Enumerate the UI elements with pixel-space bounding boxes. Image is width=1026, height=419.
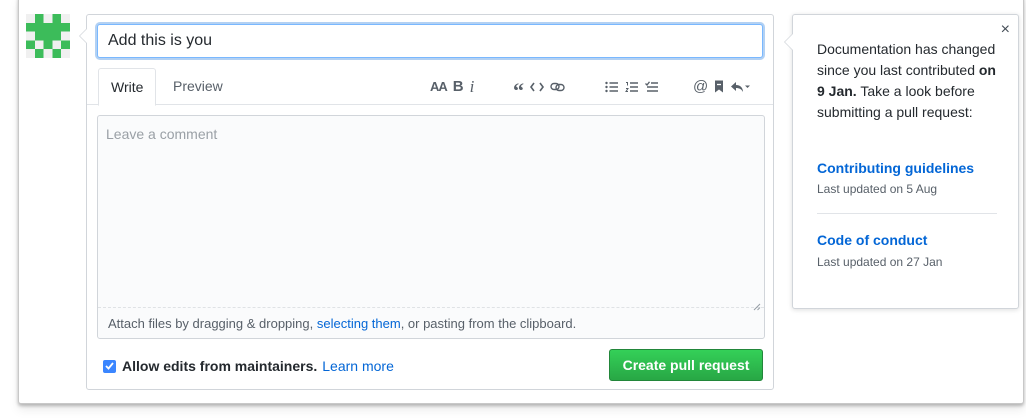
italic-icon[interactable]: i <box>470 77 475 97</box>
select-files-link[interactable]: selecting them <box>317 316 401 331</box>
learn-more-link[interactable]: Learn more <box>322 358 394 374</box>
toolbar-list-group <box>602 68 662 105</box>
tab-preview[interactable]: Preview <box>161 68 235 105</box>
toolbar-insert-group: “ <box>510 68 568 105</box>
comment-box: Attach files by dragging & dropping, sel… <box>97 115 765 339</box>
popover-message: Documentation has changed since you last… <box>817 39 997 123</box>
message-text: Documentation has changed since you last… <box>817 41 996 78</box>
close-icon[interactable]: × <box>1001 21 1010 39</box>
toolbar-misc-group: @ <box>690 68 753 105</box>
allow-edits-checkbox[interactable] <box>103 359 116 373</box>
task-list-icon[interactable] <box>645 77 659 97</box>
allow-edits-label: Allow edits from maintainers. <box>122 358 318 374</box>
contributing-guidelines-link[interactable]: Contributing guidelines <box>817 160 974 176</box>
tab-write[interactable]: Write <box>98 68 157 106</box>
code-of-conduct-link[interactable]: Code of conduct <box>817 232 927 248</box>
create-pull-request-button[interactable]: Create pull request <box>609 349 763 381</box>
header-icon[interactable]: AA <box>430 77 448 97</box>
divider <box>817 213 997 214</box>
avatar[interactable] <box>26 14 70 58</box>
code-icon[interactable] <box>530 77 544 97</box>
form-actions: Allow edits from maintainers. Learn more… <box>99 349 763 381</box>
link-icon[interactable] <box>550 77 565 97</box>
toolbar-text-group: AA B i <box>427 68 477 105</box>
code-of-conduct-updated-text: Last updated on 27 Jan <box>817 255 943 269</box>
docs-changed-popover: × Documentation has changed since you la… <box>784 14 1019 309</box>
ordered-list-icon[interactable] <box>625 77 639 97</box>
saved-reply-icon[interactable] <box>730 77 751 97</box>
mention-icon[interactable]: @ <box>693 77 708 97</box>
pull-request-form: Write Preview AA B i “ <box>79 14 774 390</box>
attach-suffix: , or pasting from the clipboard. <box>400 316 577 331</box>
contributing-updated-text: Last updated on 5 Aug <box>817 182 938 196</box>
attach-prefix: Attach files by dragging & dropping, <box>108 316 317 331</box>
attach-files-bar[interactable]: Attach files by dragging & dropping, sel… <box>98 309 764 338</box>
allow-edits-option[interactable]: Allow edits from maintainers. Learn more <box>103 358 394 374</box>
bold-icon[interactable]: B <box>453 77 464 97</box>
title-input[interactable] <box>97 24 763 58</box>
reference-icon[interactable] <box>714 77 724 97</box>
comment-textarea[interactable] <box>98 116 764 308</box>
editor-tabs: Write Preview AA B i “ @ <box>87 68 773 106</box>
unordered-list-icon[interactable] <box>605 77 619 97</box>
quote-icon[interactable]: “ <box>513 77 524 103</box>
